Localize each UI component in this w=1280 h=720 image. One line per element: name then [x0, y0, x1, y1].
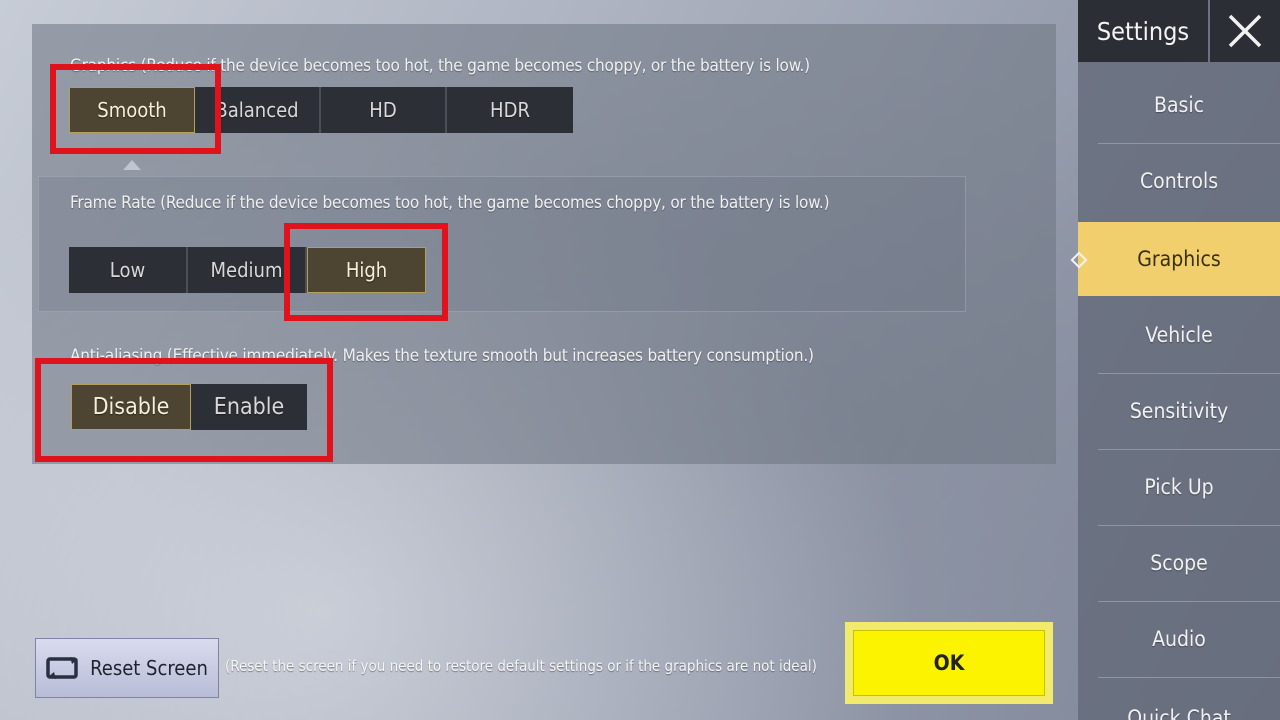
- sidebar-item-label: Scope: [1150, 551, 1208, 575]
- frame-rate-option-high[interactable]: High: [307, 247, 426, 293]
- graphics-option-smooth[interactable]: Smooth: [69, 87, 195, 133]
- sidebar-item-graphics[interactable]: Graphics: [1070, 222, 1280, 296]
- sidebar-header: Settings: [1078, 0, 1280, 62]
- graphics-option-hd[interactable]: HD: [321, 87, 447, 133]
- selected-diamond-icon: [1070, 251, 1088, 269]
- close-button[interactable]: [1210, 0, 1280, 62]
- frame-rate-label: Frame Rate (Reduce if the device becomes…: [70, 193, 830, 213]
- anti-aliasing-label: Anti-aliasing (Effective immediately. Ma…: [70, 346, 814, 366]
- frame-rate-option-medium[interactable]: Medium: [188, 247, 307, 293]
- frame-rate-options: Low Medium High: [69, 247, 426, 293]
- reset-screen-icon: [46, 657, 79, 679]
- sidebar-item-controls[interactable]: Controls: [1078, 144, 1280, 218]
- sidebar-item-label: Audio: [1152, 627, 1206, 651]
- frame-rate-option-low[interactable]: Low: [69, 247, 188, 293]
- sidebar-item-sensitivity[interactable]: Sensitivity: [1078, 374, 1280, 450]
- settings-title: Settings: [1078, 0, 1208, 62]
- sidebar-item-scope[interactable]: Scope: [1078, 526, 1280, 602]
- sidebar-item-basic[interactable]: Basic: [1078, 68, 1280, 144]
- sidebar-item-quick-chat[interactable]: Quick Chat: [1078, 678, 1280, 720]
- settings-sidebar: Settings Basic Controls Graphics Vehicle…: [1070, 0, 1280, 720]
- sidebar-item-label: Vehicle: [1145, 323, 1213, 347]
- expand-pointer-icon: [123, 160, 141, 170]
- sidebar-item-audio[interactable]: Audio: [1078, 602, 1280, 678]
- graphics-label: Graphics (Reduce if the device becomes t…: [70, 56, 810, 76]
- sidebar-item-label: Controls: [1139, 169, 1219, 193]
- graphics-option-hdr[interactable]: HDR: [447, 87, 573, 133]
- ok-button[interactable]: OK: [853, 630, 1045, 696]
- anti-aliasing-option-disable[interactable]: Disable: [71, 384, 191, 430]
- close-icon: [1228, 14, 1262, 48]
- sidebar-item-label: Basic: [1153, 93, 1205, 117]
- anti-aliasing-options: Disable Enable: [71, 384, 307, 430]
- reset-screen-note: (Reset the screen if you need to restore…: [225, 657, 817, 675]
- sidebar-item-pick-up[interactable]: Pick Up: [1078, 450, 1280, 526]
- graphics-option-balanced[interactable]: Balanced: [195, 87, 321, 133]
- sidebar-item-vehicle[interactable]: Vehicle: [1078, 298, 1280, 374]
- sidebar-item-label: Sensitivity: [1129, 399, 1229, 423]
- anti-aliasing-option-enable[interactable]: Enable: [191, 384, 307, 430]
- sidebar-item-label: Graphics: [1137, 247, 1221, 271]
- ok-button-frame: OK: [845, 622, 1053, 704]
- graphics-options: Smooth Balanced HD HDR: [69, 87, 573, 133]
- sidebar-item-label: Quick Chat: [1127, 706, 1231, 720]
- reset-screen-button[interactable]: Reset Screen: [35, 638, 219, 698]
- reset-screen-label: Reset Screen: [90, 656, 208, 680]
- sidebar-item-label: Pick Up: [1144, 475, 1214, 499]
